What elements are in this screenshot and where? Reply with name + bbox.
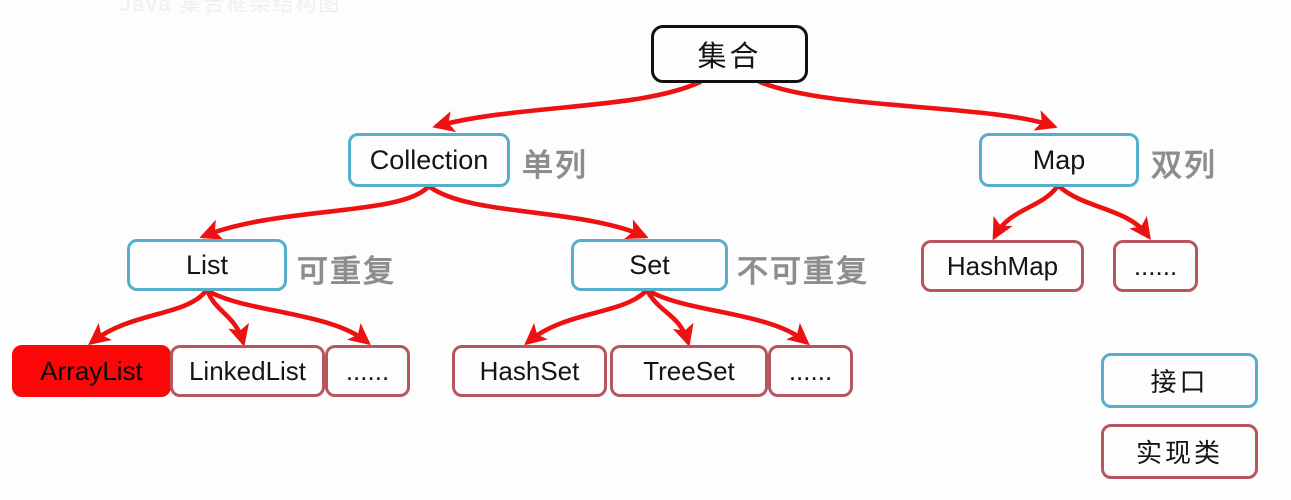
node-label: Collection	[369, 144, 489, 175]
node-label: HashMap	[946, 250, 1059, 281]
tag-single-column: 单列	[522, 148, 588, 183]
node-label: HashSet	[479, 355, 580, 386]
node-label: Set	[629, 249, 670, 280]
node-linkedlist[interactable]: LinkedList	[170, 345, 325, 397]
node-treeset[interactable]: TreeSet	[610, 345, 768, 397]
edge-set-hashset	[524, 289, 648, 346]
edge-root-map	[757, 79, 1058, 131]
edge-set-treeset	[645, 289, 694, 347]
edge-map-hashmap	[992, 184, 1060, 241]
node-root-collection[interactable]: 集合	[651, 25, 808, 83]
edge-list-arraylist	[88, 289, 208, 346]
node-set[interactable]: Set	[571, 239, 728, 291]
diagram-canvas: Java 集合框架结构图 集合 Collection 单列 Map 双列 Lis…	[0, 0, 1291, 500]
legend-interface: 接口	[1101, 353, 1258, 408]
node-label: ......	[1133, 250, 1178, 281]
node-label: ArrayList	[40, 355, 143, 386]
edge-collection-list	[199, 184, 431, 240]
tag-repeatable: 可重复	[297, 254, 396, 289]
node-label: ......	[345, 355, 390, 386]
edge-collection-set	[427, 184, 649, 240]
edge-root-collection	[432, 79, 703, 133]
legend-label: 接口	[1150, 367, 1209, 397]
edge-map-more	[1057, 184, 1151, 241]
node-label: LinkedList	[188, 355, 307, 386]
node-label: Map	[1032, 144, 1086, 175]
edge-list-linkedlist	[205, 289, 249, 347]
node-label: 集合	[697, 41, 762, 73]
edge-set-more	[648, 289, 810, 346]
node-hashset[interactable]: HashSet	[452, 345, 607, 397]
tag-double-column: 双列	[1151, 148, 1217, 183]
cropped-heading-text: Java 集合框架结构图	[120, 0, 342, 16]
node-map-more[interactable]: ......	[1113, 240, 1198, 292]
node-list[interactable]: List	[127, 239, 287, 291]
node-map[interactable]: Map	[979, 133, 1139, 187]
node-set-more[interactable]: ......	[768, 345, 853, 397]
tag-not-repeatable: 不可重复	[737, 254, 869, 289]
node-hashmap[interactable]: HashMap	[921, 240, 1084, 292]
node-arraylist[interactable]: ArrayList	[12, 345, 171, 397]
node-list-more[interactable]: ......	[325, 345, 410, 397]
node-label: ......	[788, 355, 833, 386]
edge-list-more	[207, 289, 371, 346]
legend-label: 实现类	[1135, 438, 1223, 468]
legend-implementation: 实现类	[1101, 424, 1258, 479]
node-label: List	[185, 249, 229, 280]
node-collection[interactable]: Collection	[348, 133, 510, 187]
node-label: TreeSet	[643, 355, 735, 386]
